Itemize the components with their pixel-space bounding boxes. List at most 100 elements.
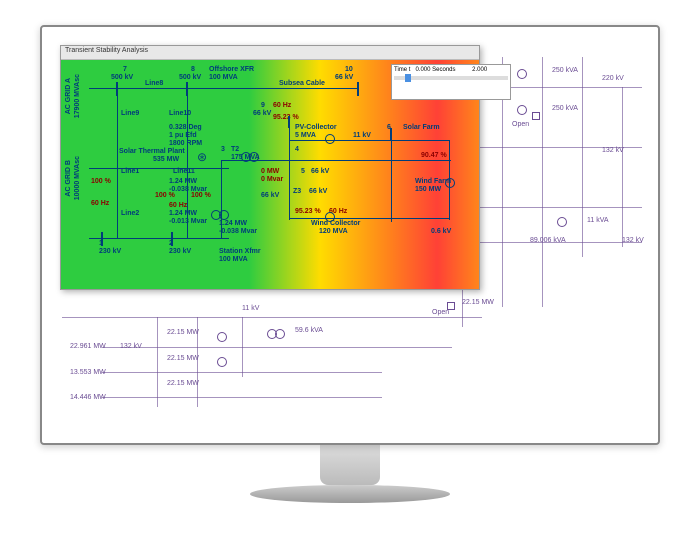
wire <box>89 238 229 239</box>
line2: Line2 <box>121 210 139 217</box>
label: 11 kV <box>242 305 259 312</box>
pvcol-name: PV-Collector <box>295 124 337 131</box>
pct-pv: 95.23 % <box>273 114 299 121</box>
wire <box>289 120 290 220</box>
pct-wind: 90.47 % <box>421 152 447 159</box>
monitor-stand-neck <box>320 445 380 485</box>
bus-bar <box>116 82 118 96</box>
label: 59.6 kVA <box>295 327 323 334</box>
l2-mvar: -0.013 Mvar <box>169 218 207 225</box>
bg-wire <box>62 317 482 318</box>
t2-mvar: 0 Mvar <box>261 176 283 183</box>
bus5-v: 66 kV <box>311 168 329 175</box>
station-xfmr-rating: 100 MVA <box>219 256 248 263</box>
bus10-v: 66 kV <box>335 74 353 81</box>
stx-mvar: -0.038 Mvar <box>219 228 257 235</box>
bus9-v: 66 kV <box>253 110 271 117</box>
label: 14.446 MW <box>70 394 106 401</box>
slider-end: 2.000 <box>472 67 487 73</box>
grid-a-name: AC GRID A <box>65 78 72 114</box>
pvcol-rating: 5 MVA <box>295 132 316 139</box>
transformer-icon <box>557 217 567 227</box>
generator-icon <box>325 212 335 222</box>
label: 250 kVA <box>552 67 578 74</box>
monitor-stand-base <box>250 485 450 503</box>
bus8-v: 500 kV <box>179 74 201 81</box>
label: 22.15 MW <box>167 329 199 336</box>
grid-b-rating: 10000 MVAsc <box>74 156 81 200</box>
bus5-num: 5 <box>301 168 305 175</box>
wire <box>89 88 359 89</box>
bg-wire <box>622 87 623 247</box>
l2-mw: 1.24 MW <box>169 210 197 217</box>
pct-pv2: 95.23 % <box>295 208 321 215</box>
plant-efd: 1 pu Efd <box>169 132 197 139</box>
wire <box>391 132 392 222</box>
bus7-num: 7 <box>123 66 127 73</box>
bus-bar <box>101 232 103 246</box>
plant-name: Solar Thermal Plant <box>119 148 185 155</box>
line1: Line1 <box>121 168 139 175</box>
time-slider-track[interactable] <box>394 76 508 80</box>
bus3-num: 3 <box>221 146 225 153</box>
label: 22.15 MW <box>167 355 199 362</box>
label: 250 kVA <box>552 105 578 112</box>
label: 132 kV <box>622 237 644 244</box>
transformer-icon <box>219 210 229 220</box>
offshore-xfr: Offshore XFR <box>209 66 254 73</box>
wind-farm-rating: 150 MW <box>415 186 441 193</box>
slider-label: Time t <box>394 67 410 73</box>
wire <box>89 168 229 169</box>
line8: Line8 <box>145 80 163 87</box>
label: 11 kVA <box>587 217 609 224</box>
label: Open <box>432 309 449 316</box>
bus9-num: 9 <box>261 102 265 109</box>
wire <box>289 218 449 219</box>
overlay-titlebar[interactable]: Transient Stability Analysis <box>61 46 479 60</box>
bus7-v: 500 kV <box>111 74 133 81</box>
bus-bar <box>171 232 173 246</box>
bg-wire <box>542 57 543 307</box>
pct-c: 100 % <box>191 192 211 199</box>
bus-bar <box>288 116 290 128</box>
wire <box>187 88 188 238</box>
bg-wire <box>242 317 243 377</box>
hz-a: 60 Hz <box>91 200 109 207</box>
plant-deg: 0.328 Deg <box>169 124 202 131</box>
stability-overlay-window[interactable]: Transient Stability Analysis Time t 0.00… <box>60 45 480 290</box>
bg-wire <box>102 397 382 398</box>
p06: 0.6 kV <box>431 228 451 235</box>
bus10-num: 10 <box>345 66 353 73</box>
label: 22.15 MW <box>462 299 494 306</box>
bus8-num: 8 <box>191 66 195 73</box>
windcol-name: Wind Collector <box>311 220 360 227</box>
bus-bar <box>186 82 188 96</box>
label: 13.553 MW <box>70 369 106 376</box>
bus11-v: 11 kV <box>353 132 371 139</box>
generator-icon <box>325 134 335 144</box>
slider-start: 0.000 Seconds <box>415 67 455 73</box>
pct-a: 100 % <box>91 178 111 185</box>
l11-mw: 1.24 MW <box>169 178 197 185</box>
grid-a-rating: 17900 MVAsc <box>74 74 81 118</box>
hz-b: 60 Hz <box>169 202 187 209</box>
label: 22.961 MW <box>70 343 106 350</box>
wind-turbine-icon <box>445 178 455 188</box>
transformer-icon <box>517 105 527 115</box>
wire <box>289 140 449 141</box>
offshore-xfr-rating: 100 MVA <box>209 74 238 81</box>
grid-b-name: AC GRID B <box>65 160 72 197</box>
plant-rating: 535 MW <box>153 156 179 163</box>
transformer-icon <box>517 69 527 79</box>
plant-rpm: 1800 RPM <box>169 140 202 147</box>
label: 132 kV <box>120 343 142 350</box>
overlay-content: Time t 0.000 Seconds 2.000 AC GRID A 179… <box>61 60 479 289</box>
label: 132 kV <box>602 147 624 154</box>
generator-icon <box>217 332 227 342</box>
time-slider-popup[interactable]: Time t 0.000 Seconds 2.000 <box>391 64 511 100</box>
station-xfmr: Station Xfmr <box>219 248 261 255</box>
bg-wire <box>157 317 158 407</box>
breaker-icon <box>532 112 540 120</box>
windcol-rating: 120 MVA <box>319 228 348 235</box>
z3-name: Z3 <box>293 188 301 195</box>
